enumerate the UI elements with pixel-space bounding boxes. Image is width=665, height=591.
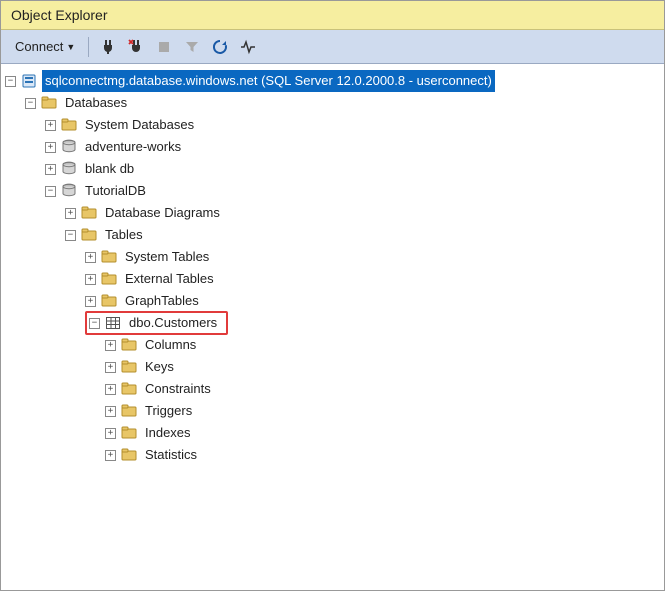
node-label: TutorialDB (82, 180, 149, 202)
tree-node-blank-db[interactable]: + blank db (5, 158, 660, 180)
node-label: Columns (142, 334, 199, 356)
tree-node-constraints[interactable]: + Constraints (5, 378, 660, 400)
expand-toggle[interactable]: + (105, 406, 116, 417)
tree-node-system-databases[interactable]: + System Databases (5, 114, 660, 136)
highlight-annotation: − dbo.Customers (85, 311, 228, 335)
expand-toggle[interactable]: + (45, 142, 56, 153)
collapse-toggle[interactable]: − (25, 98, 36, 109)
panel-title: Object Explorer (1, 1, 664, 30)
folder-icon (100, 293, 118, 309)
tree-node-external-tables[interactable]: + External Tables (5, 268, 660, 290)
tree-node-tables[interactable]: − Tables (5, 224, 660, 246)
folder-icon (80, 205, 98, 221)
tree-node-server[interactable]: − sqlconnectmg.database.windows.net (SQL… (5, 70, 660, 92)
tree-node-triggers[interactable]: + Triggers (5, 400, 660, 422)
expand-toggle[interactable]: + (105, 450, 116, 461)
tree-node-adventure-works[interactable]: + adventure-works (5, 136, 660, 158)
filter-icon[interactable] (182, 37, 202, 57)
activity-monitor-icon[interactable] (238, 37, 258, 57)
tree-node-diagrams[interactable]: + Database Diagrams (5, 202, 660, 224)
panel-title-text: Object Explorer (11, 7, 107, 23)
refresh-icon[interactable] (210, 37, 230, 57)
expand-toggle[interactable]: + (105, 362, 116, 373)
node-label: blank db (82, 158, 137, 180)
expand-toggle[interactable]: + (105, 384, 116, 395)
tree-node-statistics[interactable]: + Statistics (5, 444, 660, 466)
tree-node-databases[interactable]: − Databases (5, 92, 660, 114)
node-label: Statistics (142, 444, 200, 466)
node-label: Indexes (142, 422, 194, 444)
expand-toggle[interactable]: + (105, 428, 116, 439)
server-icon (20, 73, 38, 89)
expand-toggle[interactable]: + (85, 296, 96, 307)
node-label: Constraints (142, 378, 214, 400)
folder-icon (120, 425, 138, 441)
connect-icon[interactable] (98, 37, 118, 57)
folder-icon (120, 447, 138, 463)
expand-toggle[interactable]: + (45, 164, 56, 175)
folder-icon (120, 359, 138, 375)
node-label: Tables (102, 224, 146, 246)
table-icon (104, 315, 122, 331)
node-label: External Tables (122, 268, 217, 290)
connect-label: Connect (15, 39, 63, 54)
toolbar: Connect ▼ (1, 30, 664, 64)
expand-toggle[interactable]: + (85, 252, 96, 263)
expand-toggle[interactable]: + (65, 208, 76, 219)
tree-node-tutorialdb[interactable]: − TutorialDB (5, 180, 660, 202)
database-icon (60, 139, 78, 155)
node-label: adventure-works (82, 136, 184, 158)
tree-node-system-tables[interactable]: + System Tables (5, 246, 660, 268)
stop-icon (154, 37, 174, 57)
folder-icon (80, 227, 98, 243)
expand-toggle[interactable]: + (45, 120, 56, 131)
node-label: Databases (62, 92, 130, 114)
tree-node-graphtables[interactable]: + GraphTables (5, 290, 660, 312)
tree-node-columns[interactable]: + Columns (5, 334, 660, 356)
node-label: System Tables (122, 246, 212, 268)
database-icon (60, 183, 78, 199)
chevron-down-icon: ▼ (66, 42, 75, 52)
folder-icon (120, 381, 138, 397)
database-icon (60, 161, 78, 177)
node-label: Database Diagrams (102, 202, 223, 224)
collapse-toggle[interactable]: − (89, 318, 100, 329)
node-label: GraphTables (122, 290, 202, 312)
collapse-toggle[interactable]: − (5, 76, 16, 87)
tree-node-dbo-customers[interactable]: − dbo.Customers (5, 312, 660, 334)
node-label: System Databases (82, 114, 197, 136)
folder-icon (100, 249, 118, 265)
separator (88, 37, 89, 57)
folder-icon (100, 271, 118, 287)
disconnect-icon[interactable] (126, 37, 146, 57)
connect-dropdown[interactable]: Connect ▼ (11, 37, 79, 56)
node-label: Triggers (142, 400, 195, 422)
node-label: Keys (142, 356, 177, 378)
tree-node-keys[interactable]: + Keys (5, 356, 660, 378)
folder-icon (40, 95, 58, 111)
folder-icon (120, 337, 138, 353)
expand-toggle[interactable]: + (105, 340, 116, 351)
collapse-toggle[interactable]: − (65, 230, 76, 241)
folder-icon (120, 403, 138, 419)
collapse-toggle[interactable]: − (45, 186, 56, 197)
expand-toggle[interactable]: + (85, 274, 96, 285)
server-label: sqlconnectmg.database.windows.net (SQL S… (42, 70, 495, 92)
node-label: dbo.Customers (126, 312, 220, 334)
folder-icon (60, 117, 78, 133)
tree-node-indexes[interactable]: + Indexes (5, 422, 660, 444)
object-explorer-tree[interactable]: − sqlconnectmg.database.windows.net (SQL… (1, 64, 664, 472)
